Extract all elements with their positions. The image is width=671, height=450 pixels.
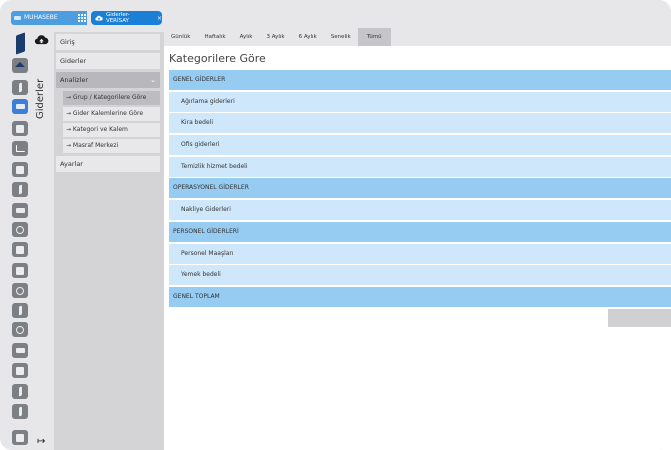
app-frame: MUHASEBE Giderler- VERİSAY × Giderler ↦ …: [0, 0, 671, 450]
card-icon: [14, 16, 21, 20]
tab-gunluk[interactable]: Günlük: [164, 28, 197, 46]
menu-item-label: Analizler: [60, 76, 89, 84]
page-tab-label: Giderler- VERİSAY: [105, 12, 130, 24]
stamp-icon: [15, 208, 25, 213]
sidebar-menu: Giriş Giderler Analizler ⌄ → Grup / Kate…: [54, 32, 164, 450]
menu-item-ayarlar[interactable]: Ayarlar: [56, 156, 160, 172]
brand-mark-icon: [18, 82, 22, 93]
menu-item-analizler[interactable]: Analizler ⌄: [56, 72, 160, 88]
brand-mark-icon: [18, 305, 22, 316]
module-title: Giderler: [35, 78, 46, 119]
apps-grid-button[interactable]: [76, 11, 87, 25]
group-row[interactable]: GENEL GİDERLER: [169, 70, 671, 90]
network-icon: [16, 266, 24, 275]
tab-haftalik[interactable]: Haftalık: [197, 28, 232, 46]
module-rail: [9, 32, 33, 450]
brand-mark-icon: [18, 386, 22, 397]
chevron-down-icon: ⌄: [150, 76, 156, 84]
rail-item-chart[interactable]: [12, 141, 28, 156]
item-row[interactable]: Ofis giderleri: [169, 135, 671, 156]
brand-mark-icon: [18, 406, 22, 417]
submenu-item-grup-kategori[interactable]: → Grup / Kategorilere Göre: [63, 91, 160, 105]
app-logo: [16, 32, 25, 55]
card-icon: [15, 104, 25, 109]
tab-senelik[interactable]: Senelik: [324, 28, 358, 46]
rail-item-network[interactable]: [12, 263, 28, 278]
rail-item-globe[interactable]: [12, 222, 28, 237]
item-row[interactable]: Nakliye Giderleri: [169, 200, 671, 221]
globe-icon: [16, 225, 24, 234]
home-icon: [15, 62, 25, 67]
rail-item-car[interactable]: [12, 343, 28, 358]
user-settings-button[interactable]: [12, 430, 28, 445]
tab-6-aylik[interactable]: 6 Aylık: [292, 28, 324, 46]
rail-item-4[interactable]: [12, 242, 28, 257]
home-button[interactable]: [12, 58, 28, 73]
horizontal-scrollbar[interactable]: [608, 309, 671, 327]
item-row[interactable]: Personel Maaşları: [169, 243, 671, 264]
tab-aylik[interactable]: Aylık: [233, 28, 260, 46]
rail-item-1[interactable]: [12, 80, 28, 95]
item-row[interactable]: Kira bedeli: [169, 113, 671, 134]
main-content: Günlük Haftalık Aylık 3 Aylık 6 Aylık Se…: [164, 28, 671, 450]
rail-item-8[interactable]: [12, 384, 28, 399]
cloud-upload-icon: [95, 15, 103, 21]
tab-3-aylik[interactable]: 3 Aylık: [259, 28, 291, 46]
rail-item-accounting[interactable]: [12, 99, 28, 114]
total-row: GENEL TOPLAM: [169, 286, 671, 307]
cloud-upload-icon: [34, 35, 49, 45]
tab-tumu[interactable]: Tümü: [357, 28, 391, 46]
android-icon: [16, 366, 24, 375]
rail-item-9[interactable]: [12, 404, 28, 419]
group-row[interactable]: OPERASYONEL GİDERLER: [169, 178, 671, 199]
rail-item-2[interactable]: [12, 182, 28, 197]
group-row[interactable]: PERSONEL GİDERLERİ: [169, 221, 671, 242]
module-label: MUHASEBE: [24, 14, 58, 21]
menu-item-giris[interactable]: Giriş: [56, 34, 160, 50]
category-grid: GENEL GİDERLER Ağırlama giderleri Kira b…: [169, 70, 671, 309]
module-header-strip: Giderler ↦: [33, 32, 51, 450]
target-icon: [16, 325, 24, 334]
gift-icon: [16, 286, 24, 295]
item-row[interactable]: Ağırlama giderleri: [169, 91, 671, 112]
rail-item-7[interactable]: [12, 322, 28, 337]
submenu-item-masraf-merkezi[interactable]: → Masraf Merkezi: [63, 139, 160, 153]
open-page-tab[interactable]: Giderler- VERİSAY ×: [91, 11, 162, 25]
menu-item-giderler[interactable]: Giderler: [56, 53, 160, 69]
car-icon: [15, 348, 25, 353]
page-title: Kategorilere Göre: [169, 52, 266, 65]
rail-item-5[interactable]: [12, 283, 28, 298]
rail-item-3[interactable]: [12, 203, 28, 218]
user-gear-icon: [16, 433, 24, 442]
rail-item-basket[interactable]: [12, 121, 28, 136]
period-tabs: Günlük Haftalık Aylık 3 Aylık 6 Aylık Se…: [164, 28, 671, 46]
submenu-item-gider-kalem[interactable]: → Gider Kalemlerine Göre: [63, 107, 160, 121]
close-icon[interactable]: ×: [157, 15, 162, 22]
document-icon: [16, 245, 24, 254]
brand-mark-icon: [18, 184, 22, 195]
item-row[interactable]: Temizlik hizmet bedeli: [169, 156, 671, 177]
line-chart-icon: [15, 145, 25, 152]
basket-icon: [16, 124, 24, 133]
factory-icon: [16, 165, 24, 174]
rail-item-factory[interactable]: [12, 162, 28, 177]
rail-item-android[interactable]: [12, 363, 28, 378]
grid-icon: [77, 14, 86, 22]
submenu-item-kategori-kalem[interactable]: → Kategori ve Kalem: [63, 123, 160, 137]
item-row[interactable]: Yemek bedeli: [169, 265, 671, 286]
rail-item-6[interactable]: [12, 303, 28, 318]
logout-icon[interactable]: ↦: [37, 436, 45, 447]
